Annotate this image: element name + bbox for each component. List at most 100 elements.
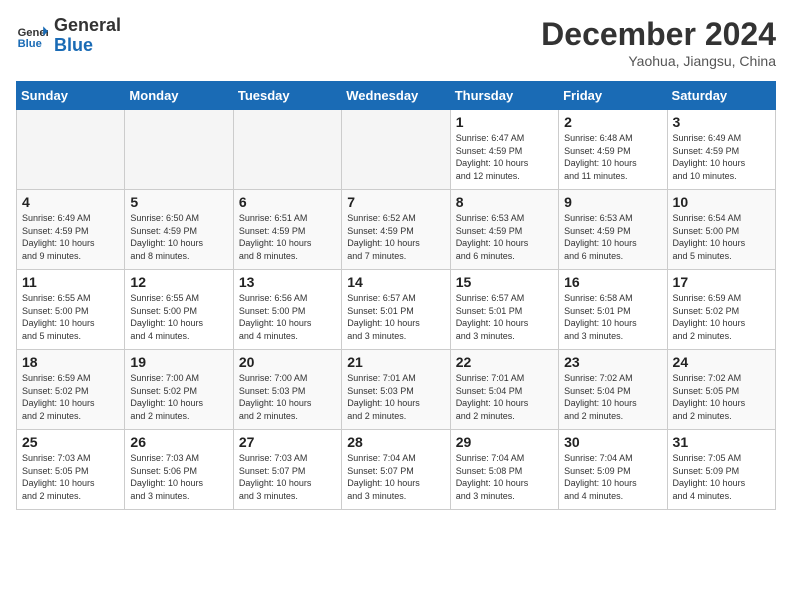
day-number: 17 — [673, 274, 770, 290]
day-number: 4 — [22, 194, 119, 210]
calendar-cell: 31 Sunrise: 7:05 AMSunset: 5:09 PMDayligh… — [667, 430, 775, 510]
col-header-sunday: Sunday — [17, 82, 125, 110]
day-number: 19 — [130, 354, 227, 370]
day-number: 30 — [564, 434, 661, 450]
logo-icon: General Blue — [16, 20, 48, 52]
day-info: Sunrise: 6:56 AMSunset: 5:00 PMDaylight:… — [239, 292, 336, 342]
day-info: Sunrise: 7:04 AMSunset: 5:07 PMDaylight:… — [347, 452, 444, 502]
calendar-cell: 14 Sunrise: 6:57 AMSunset: 5:01 PMDayligh… — [342, 270, 450, 350]
day-info: Sunrise: 6:59 AMSunset: 5:02 PMDaylight:… — [22, 372, 119, 422]
day-number: 6 — [239, 194, 336, 210]
day-number: 5 — [130, 194, 227, 210]
day-number: 16 — [564, 274, 661, 290]
calendar-cell: 1 Sunrise: 6:47 AMSunset: 4:59 PMDaylight… — [450, 110, 558, 190]
header: General Blue General Blue December 2024 … — [16, 16, 776, 69]
day-info: Sunrise: 7:00 AMSunset: 5:02 PMDaylight:… — [130, 372, 227, 422]
week-row-1: 1 Sunrise: 6:47 AMSunset: 4:59 PMDaylight… — [17, 110, 776, 190]
col-header-wednesday: Wednesday — [342, 82, 450, 110]
calendar-cell: 23Sunrise: 7:02 AMSunset: 5:04 PMDayligh… — [559, 350, 667, 430]
logo-text: General Blue — [54, 16, 121, 56]
calendar-cell: 19 Sunrise: 7:00 AMSunset: 5:02 PMDayligh… — [125, 350, 233, 430]
day-info: Sunrise: 6:55 AMSunset: 5:00 PMDaylight:… — [22, 292, 119, 342]
calendar-cell: 8 Sunrise: 6:53 AMSunset: 4:59 PMDaylight… — [450, 190, 558, 270]
day-number: 14 — [347, 274, 444, 290]
day-info: Sunrise: 6:57 AMSunset: 5:01 PMDaylight:… — [347, 292, 444, 342]
day-number: 24 — [673, 354, 770, 370]
calendar-cell: 21 Sunrise: 7:01 AMSunset: 5:03 PMDayligh… — [342, 350, 450, 430]
day-info: Sunrise: 6:59 AMSunset: 5:02 PMDaylight:… — [673, 292, 770, 342]
day-info: Sunrise: 6:50 AMSunset: 4:59 PMDaylight:… — [130, 212, 227, 262]
calendar-cell — [17, 110, 125, 190]
calendar-cell — [233, 110, 341, 190]
calendar-cell: 11Sunrise: 6:55 AMSunset: 5:00 PMDayligh… — [17, 270, 125, 350]
calendar-cell: 4 Sunrise: 6:49 AMSunset: 4:59 PMDaylight… — [17, 190, 125, 270]
day-info: Sunrise: 6:54 AMSunset: 5:00 PMDaylight:… — [673, 212, 770, 262]
day-number: 3 — [673, 114, 770, 130]
day-number: 23 — [564, 354, 661, 370]
calendar-cell — [342, 110, 450, 190]
col-header-saturday: Saturday — [667, 82, 775, 110]
day-number: 31 — [673, 434, 770, 450]
calendar-cell: 24 Sunrise: 7:02 AMSunset: 5:05 PMDayligh… — [667, 350, 775, 430]
day-info: Sunrise: 7:00 AMSunset: 5:03 PMDaylight:… — [239, 372, 336, 422]
day-number: 1 — [456, 114, 553, 130]
day-number: 8 — [456, 194, 553, 210]
week-row-2: 4 Sunrise: 6:49 AMSunset: 4:59 PMDaylight… — [17, 190, 776, 270]
day-info: Sunrise: 7:04 AMSunset: 5:09 PMDaylight:… — [564, 452, 661, 502]
week-row-4: 18 Sunrise: 6:59 AMSunset: 5:02 PMDayligh… — [17, 350, 776, 430]
calendar-cell: 12Sunrise: 6:55 AMSunset: 5:00 PMDayligh… — [125, 270, 233, 350]
calendar-cell: 15 Sunrise: 6:57 AMSunset: 5:01 PMDayligh… — [450, 270, 558, 350]
day-number: 27 — [239, 434, 336, 450]
week-row-5: 25Sunrise: 7:03 AMSunset: 5:05 PMDayligh… — [17, 430, 776, 510]
day-number: 7 — [347, 194, 444, 210]
calendar-cell: 26 Sunrise: 7:03 AMSunset: 5:06 PMDayligh… — [125, 430, 233, 510]
calendar-cell: 30 Sunrise: 7:04 AMSunset: 5:09 PMDayligh… — [559, 430, 667, 510]
day-number: 2 — [564, 114, 661, 130]
calendar-cell — [125, 110, 233, 190]
week-row-3: 11Sunrise: 6:55 AMSunset: 5:00 PMDayligh… — [17, 270, 776, 350]
logo: General Blue General Blue — [16, 16, 121, 56]
day-number: 18 — [22, 354, 119, 370]
calendar-cell: 29Sunrise: 7:04 AMSunset: 5:08 PMDayligh… — [450, 430, 558, 510]
col-header-tuesday: Tuesday — [233, 82, 341, 110]
day-info: Sunrise: 7:03 AMSunset: 5:06 PMDaylight:… — [130, 452, 227, 502]
calendar-cell: 7 Sunrise: 6:52 AMSunset: 4:59 PMDaylight… — [342, 190, 450, 270]
calendar-cell: 3Sunrise: 6:49 AMSunset: 4:59 PMDaylight… — [667, 110, 775, 190]
day-number: 20 — [239, 354, 336, 370]
day-number: 10 — [673, 194, 770, 210]
day-info: Sunrise: 6:47 AMSunset: 4:59 PMDaylight:… — [456, 132, 553, 182]
day-info: Sunrise: 6:52 AMSunset: 4:59 PMDaylight:… — [347, 212, 444, 262]
day-info: Sunrise: 7:04 AMSunset: 5:08 PMDaylight:… — [456, 452, 553, 502]
day-info: Sunrise: 6:48 AMSunset: 4:59 PMDaylight:… — [564, 132, 661, 182]
calendar-cell: 18 Sunrise: 6:59 AMSunset: 5:02 PMDayligh… — [17, 350, 125, 430]
location: Yaohua, Jiangsu, China — [541, 53, 776, 69]
calendar-cell: 9 Sunrise: 6:53 AMSunset: 4:59 PMDaylight… — [559, 190, 667, 270]
calendar-cell: 20 Sunrise: 7:00 AMSunset: 5:03 PMDayligh… — [233, 350, 341, 430]
day-info: Sunrise: 7:03 AMSunset: 5:07 PMDaylight:… — [239, 452, 336, 502]
calendar-cell: 6Sunrise: 6:51 AMSunset: 4:59 PMDaylight… — [233, 190, 341, 270]
day-info: Sunrise: 6:53 AMSunset: 4:59 PMDaylight:… — [456, 212, 553, 262]
month-title: December 2024 — [541, 16, 776, 53]
day-number: 26 — [130, 434, 227, 450]
svg-text:Blue: Blue — [18, 38, 42, 50]
day-number: 15 — [456, 274, 553, 290]
calendar-cell: 28Sunrise: 7:04 AMSunset: 5:07 PMDayligh… — [342, 430, 450, 510]
day-number: 21 — [347, 354, 444, 370]
calendar-cell: 17 Sunrise: 6:59 AMSunset: 5:02 PMDayligh… — [667, 270, 775, 350]
calendar-cell: 10 Sunrise: 6:54 AMSunset: 5:00 PMDayligh… — [667, 190, 775, 270]
day-number: 9 — [564, 194, 661, 210]
day-info: Sunrise: 6:58 AMSunset: 5:01 PMDaylight:… — [564, 292, 661, 342]
col-header-friday: Friday — [559, 82, 667, 110]
day-info: Sunrise: 7:03 AMSunset: 5:05 PMDaylight:… — [22, 452, 119, 502]
day-info: Sunrise: 6:57 AMSunset: 5:01 PMDaylight:… — [456, 292, 553, 342]
day-info: Sunrise: 7:05 AMSunset: 5:09 PMDaylight:… — [673, 452, 770, 502]
day-info: Sunrise: 7:01 AMSunset: 5:03 PMDaylight:… — [347, 372, 444, 422]
day-number: 12 — [130, 274, 227, 290]
day-info: Sunrise: 7:02 AMSunset: 5:05 PMDaylight:… — [673, 372, 770, 422]
calendar-cell: 27 Sunrise: 7:03 AMSunset: 5:07 PMDayligh… — [233, 430, 341, 510]
calendar-cell: 22Sunrise: 7:01 AMSunset: 5:04 PMDayligh… — [450, 350, 558, 430]
calendar-cell: 16 Sunrise: 6:58 AMSunset: 5:01 PMDayligh… — [559, 270, 667, 350]
day-info: Sunrise: 6:53 AMSunset: 4:59 PMDaylight:… — [564, 212, 661, 262]
calendar-cell: 13Sunrise: 6:56 AMSunset: 5:00 PMDayligh… — [233, 270, 341, 350]
day-info: Sunrise: 6:49 AMSunset: 4:59 PMDaylight:… — [22, 212, 119, 262]
